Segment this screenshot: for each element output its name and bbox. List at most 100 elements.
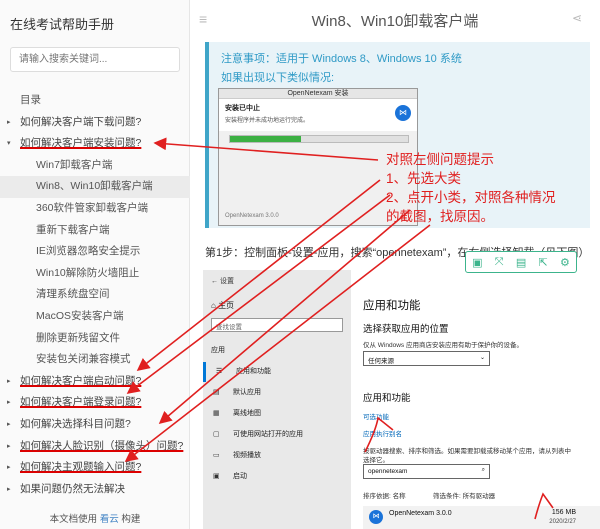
dialog-heading: 安装已中止	[225, 105, 260, 112]
toc-item-label: 如何解决客户端安装问题?	[20, 137, 142, 150]
callout-line-3: 2、点开小类，对照各种情况	[386, 190, 556, 205]
settings-home: ⌂ 主页	[211, 301, 235, 310]
settings-screenshot: ← 设置 ⌂ 主页 查找设置 应用 ☰ 应用和功能 ▤ 默认应用 ▦ 离线地图 ▢ 可使用网站…	[203, 270, 600, 529]
toc-item-label: Win10解除防火墙阻止	[36, 266, 140, 279]
toc-item-label: Win8、Win10卸载客户端	[36, 180, 153, 193]
share-icon[interactable]: ⋖	[572, 11, 582, 25]
toc-subitem[interactable]: 清理系统盘空间	[0, 284, 190, 306]
toc-subitem[interactable]: Win10解除防火墙阻止	[0, 263, 190, 285]
dialog-footer: OpenNetexam 3.0.0	[225, 213, 279, 219]
settings-back: ← 设置	[211, 278, 234, 285]
toc-item-label: 删除更新残留文件	[36, 331, 120, 344]
toc-subitem[interactable]: 360软件管家卸载客户端	[0, 198, 190, 220]
settings-nav-item: ☰ 应用和功能	[203, 362, 351, 382]
dialog-progress-bar	[229, 135, 409, 143]
toc-item-label: 如何解决选择科目问题?	[20, 417, 131, 430]
page-title: Win8、Win10卸载客户端	[311, 13, 479, 30]
settings-nav-item: ▤ 默认应用	[203, 383, 351, 403]
menu-icon[interactable]: ≡	[199, 11, 207, 27]
toc: 目录 ▸ 如何解决客户端下载问题? ▾ 如何解决客户端安装问题? Win7卸载客户端 Wi…	[0, 90, 190, 500]
toc-item-label: IE浏览器忽略安全提示	[36, 245, 141, 258]
toc-category[interactable]: ▸ 如何解决客户端登录问题?	[0, 392, 190, 414]
caret-right-icon: ▸	[7, 377, 11, 385]
sidebar-title: 在线考试帮助手册	[10, 17, 115, 32]
chevron-down-icon: ⌄	[479, 355, 485, 361]
toc-category[interactable]: ▸ 如何解决客户端下载问题?	[0, 112, 190, 134]
search-icon: ⌕	[481, 467, 485, 473]
settings-app-date: 2020/2/27	[549, 519, 576, 525]
caret-right-icon: ▸	[7, 399, 11, 407]
callout-line-2: 1、先选大类	[386, 171, 462, 186]
settings-section2-desc-1: 按驱动器搜索、排序和筛选。如果需要卸载或移动某个应用，请从列表中	[363, 448, 571, 455]
caret-right-icon: ▸	[7, 420, 11, 428]
sidebar: 在线考试帮助手册 目录 ▸ 如何解决客户端下载问题? ▾ 如何解决客户端安装问题? Wi…	[0, 0, 190, 529]
callout-line-1: 对照左侧问题提示	[386, 152, 494, 167]
save-icon[interactable]: ▤	[516, 256, 526, 269]
settings-filter: 筛选条件: 所有驱动器	[433, 493, 496, 500]
settings-app-search: opennetexam ⌕	[363, 464, 490, 479]
settings-section2-desc-2: 选择它。	[363, 457, 389, 464]
notice-line-1: 注意事项：适用于 Windows 8、Windows 10 系统	[221, 53, 462, 65]
toc-item-label: 如何解决客户端登录问题?	[20, 396, 142, 409]
settings-nav-icon: ▦	[213, 410, 220, 417]
toc-label: 目录	[20, 94, 41, 106]
footer-link[interactable]: 看云	[100, 514, 119, 525]
settings-section2-title: 应用和功能	[363, 393, 411, 404]
annotation-callout: 对照左侧问题提示 1、先选大类 2、点开小类，对照各种情况 的截图，找原因。	[386, 150, 586, 226]
toc-item-label: 如何解决主观题输入问题?	[20, 461, 142, 474]
opennetexam-logo-icon: ⋈	[395, 105, 411, 121]
settings-source-value: 任何来源	[368, 358, 394, 365]
toc-item-label: 清理系统盘空间	[36, 288, 110, 301]
export-icon[interactable]: ⇱	[539, 256, 548, 269]
settings-nav-label: 离线地图	[233, 410, 261, 417]
toc-item-label: 如何解决客户端启动问题?	[20, 374, 142, 387]
toc-subitem[interactable]: 重新下载客户端	[0, 220, 190, 242]
toc-item-label: MacOS安装客户端	[36, 309, 124, 322]
settings-nav-label: 默认应用	[233, 389, 261, 396]
toc-subitem[interactable]: Win8、Win10卸载客户端	[0, 176, 190, 198]
settings-nav-label: 可使用网站打开的应用	[233, 431, 303, 438]
settings-app-size: 156 MB	[551, 509, 576, 516]
toc-category[interactable]: ▸ 如果问题仍然无法解决	[0, 479, 190, 501]
toc-subitem[interactable]: MacOS安装客户端	[0, 306, 190, 328]
settings-nav-item: ▭ 视频播放	[203, 446, 351, 466]
expand-icon[interactable]: ⤧	[495, 256, 504, 269]
toc-category[interactable]: ▸ 如何解决主观题输入问题?	[0, 457, 190, 479]
toc-subitem[interactable]: 安装包关闭兼容模式	[0, 349, 190, 371]
settings-nav-label: 视频播放	[233, 452, 261, 459]
settings-nav-label: 启动	[233, 473, 247, 480]
opennetexam-app-icon: ⋈	[369, 510, 383, 524]
settings-nav-icon: ▭	[213, 452, 220, 459]
settings-section1-desc: 仅从 Windows 应用商店安装应用有助于保护你的设备。	[363, 342, 523, 349]
dialog-header: 安装已中止 安装程序并未成功地运行完成。 ⋈	[219, 99, 417, 131]
toc-item-label: 重新下载客户端	[36, 223, 110, 236]
settings-main-title: 应用和功能	[363, 300, 421, 312]
toc-item-label: 安装包关闭兼容模式	[36, 353, 131, 366]
toc-subitem[interactable]: Win7卸载客户端	[0, 155, 190, 177]
caret-down-icon: ▾	[7, 140, 11, 148]
settings-nav-icon: ▢	[213, 431, 220, 438]
toc-category[interactable]: ▾ 如何解决客户端安装问题?	[0, 133, 190, 155]
dialog-subheading: 安装程序并未成功地运行完成。	[225, 118, 310, 124]
settings-source-select: 任何来源 ⌄	[363, 351, 490, 366]
settings-sort: 排序依据: 名称	[363, 493, 406, 500]
toc-category[interactable]: ▸ 如何解决选择科目问题?	[0, 414, 190, 436]
settings-nav-icon: ▣	[213, 473, 220, 480]
settings-optional-link: 可选功能	[363, 414, 389, 421]
floating-toolbar: ▣ ⤧ ▤ ⇱ ⚙	[465, 251, 577, 273]
settings-nav-icon: ▤	[213, 389, 220, 396]
toc-item-label: 360软件管家卸载客户端	[36, 201, 149, 214]
toc-category[interactable]: ▸ 如何解决客户端启动问题?	[0, 371, 190, 393]
footer: 本文档使用 看云 构建	[0, 511, 190, 525]
toc-category[interactable]: ▸ 如何解决人脸识别（摄像头）问题?	[0, 436, 190, 458]
toc-subitem[interactable]: 删除更新残留文件	[0, 328, 190, 350]
toc-item-label: 如何解决客户端下载问题?	[20, 115, 142, 128]
settings-alias-link: 应用执行别名	[363, 431, 402, 438]
toc-subitem[interactable]: IE浏览器忽略安全提示	[0, 241, 190, 263]
copy-icon[interactable]: ▣	[472, 256, 482, 269]
search-input[interactable]	[10, 47, 180, 72]
gear-icon[interactable]: ⚙	[560, 256, 570, 269]
settings-section1-title: 选择获取应用的位置	[363, 324, 449, 335]
settings-nav-icon: ☰	[216, 368, 223, 375]
settings-nav-item: ▢ 可使用网站打开的应用	[203, 425, 351, 445]
